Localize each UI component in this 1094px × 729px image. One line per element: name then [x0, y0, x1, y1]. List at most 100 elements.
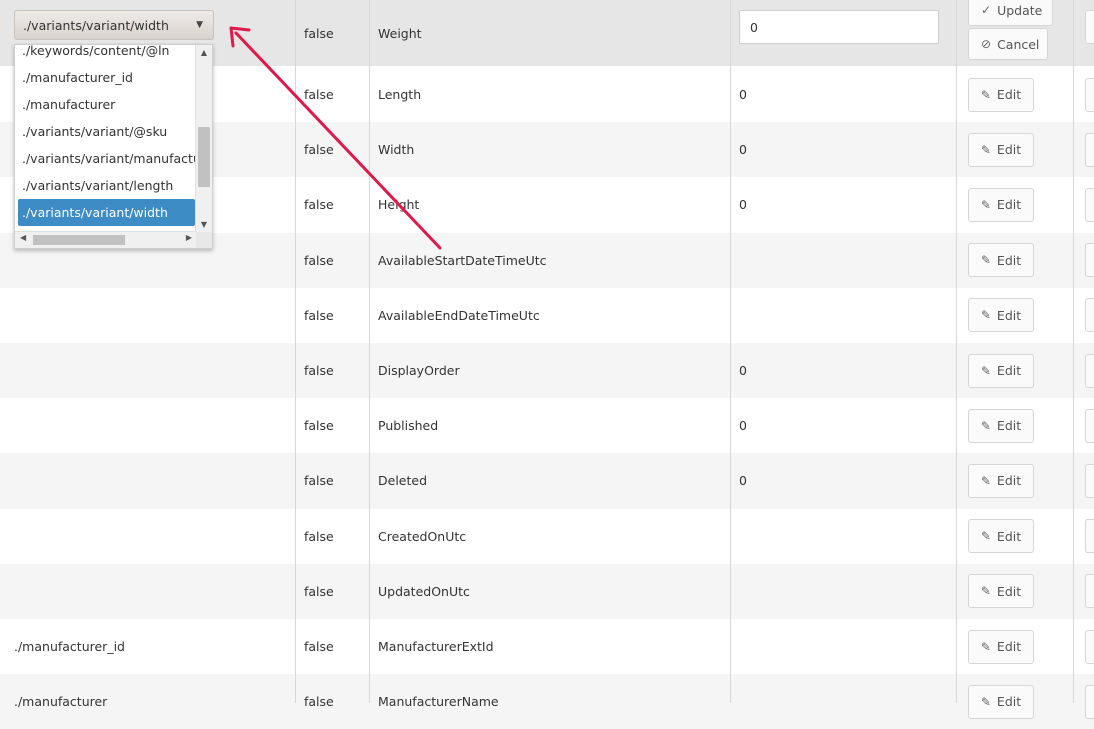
- pencil-icon: ✎: [980, 308, 991, 323]
- source-cell: ./manufacturer: [14, 694, 108, 710]
- scroll-left-icon[interactable]: ◀: [20, 233, 26, 242]
- field-name-cell: Height: [378, 197, 420, 213]
- field-name-cell: ManufacturerName: [378, 694, 499, 710]
- edit-button[interactable]: ✎ Edit: [968, 132, 1034, 167]
- field-name-cell: ManufacturerExtId: [378, 639, 494, 655]
- dropdown-option[interactable]: ./variants/variant/length: [15, 172, 197, 199]
- edit-label: Edit: [996, 307, 1022, 323]
- source-select[interactable]: ./variants/variant/width ▼: [14, 10, 214, 40]
- table-row: false AvailableEndDateTimeUtc ✎ Edit: [0, 288, 1094, 343]
- delete-button-partial[interactable]: [1085, 629, 1094, 664]
- default-value-cell: 0: [739, 418, 747, 434]
- source-cell: ./manufacturer_id: [14, 639, 125, 655]
- delete-button-partial[interactable]: [1085, 298, 1094, 333]
- edit-button[interactable]: ✎ Edit: [968, 574, 1034, 609]
- field-name-cell: AvailableStartDateTimeUtc: [378, 252, 547, 268]
- cancel-label: Cancel: [997, 36, 1040, 52]
- edit-button[interactable]: ✎ Edit: [968, 463, 1034, 498]
- vertical-scrollbar[interactable]: ▲ ▼: [195, 45, 212, 232]
- edit-label: Edit: [996, 87, 1022, 103]
- edit-label: Edit: [996, 252, 1022, 268]
- source-dropdown-list[interactable]: ./keywords/content/@ln ./manufacturer_id.…: [14, 44, 213, 249]
- default-value-cell: [739, 564, 939, 619]
- edit-button[interactable]: ✎ Edit: [968, 353, 1034, 388]
- dropdown-option[interactable]: ./variants/variant/@sku: [15, 118, 197, 145]
- dropdown-options: ./keywords/content/@ln ./manufacturer_id.…: [15, 45, 197, 226]
- pencil-icon: ✎: [980, 197, 991, 212]
- required-cell: false: [304, 639, 334, 655]
- required-cell: false: [304, 473, 334, 489]
- delete-button-partial[interactable]: [1085, 574, 1094, 609]
- pencil-icon: ✎: [980, 87, 991, 102]
- source-cell: [14, 509, 284, 564]
- scroll-up-icon[interactable]: ▲: [196, 48, 212, 57]
- default-value-cell: 0: [739, 87, 747, 103]
- caret-down-icon: ▼: [196, 20, 203, 30]
- scrollbar-thumb[interactable]: [198, 127, 210, 187]
- edit-button[interactable]: ✎ Edit: [968, 243, 1034, 278]
- horizontal-scrollbar[interactable]: ◀ ▶: [15, 231, 197, 248]
- required-cell: false: [304, 307, 334, 323]
- delete-button-partial[interactable]: [1085, 77, 1094, 112]
- default-value-cell: [739, 233, 939, 288]
- update-button[interactable]: ✓ Update: [968, 0, 1053, 26]
- edit-button[interactable]: ✎ Edit: [968, 77, 1034, 112]
- edit-button[interactable]: ✎ Edit: [968, 629, 1034, 664]
- default-value-cell: 0: [739, 142, 747, 158]
- cancel-button[interactable]: ⊘ Cancel: [968, 28, 1048, 60]
- required-cell: false: [304, 197, 334, 213]
- required-cell: false: [304, 583, 334, 599]
- field-name-cell: CreatedOnUtc: [378, 528, 467, 544]
- table-row: false Published 0 ✎ Edit: [0, 398, 1094, 453]
- pencil-icon: ✎: [980, 253, 991, 268]
- column-divider: [295, 0, 296, 703]
- delete-button-partial[interactable]: [1085, 408, 1094, 443]
- dropdown-option[interactable]: ./keywords/content/@ln: [15, 45, 197, 64]
- column-divider: [730, 0, 731, 703]
- delete-button-partial[interactable]: [1085, 10, 1094, 44]
- scroll-down-icon[interactable]: ▼: [196, 220, 212, 229]
- delete-button-partial[interactable]: [1085, 353, 1094, 388]
- dropdown-option[interactable]: ./variants/variant/width: [18, 199, 195, 226]
- required-cell: false: [304, 142, 334, 158]
- field-name-cell: UpdatedOnUtc: [378, 583, 470, 599]
- update-label: Update: [997, 2, 1043, 18]
- delete-button-partial[interactable]: [1085, 519, 1094, 554]
- edit-label: Edit: [996, 363, 1022, 379]
- field-name-cell: AvailableEndDateTimeUtc: [378, 307, 540, 323]
- pencil-icon: ✎: [980, 363, 991, 378]
- column-divider: [956, 0, 957, 703]
- required-cell: false: [304, 25, 334, 41]
- dropdown-option[interactable]: ./manufacturer_id: [15, 64, 197, 91]
- default-value-input[interactable]: [739, 10, 939, 44]
- edit-button[interactable]: ✎ Edit: [968, 684, 1034, 719]
- edit-label: Edit: [996, 694, 1022, 710]
- required-cell: false: [304, 418, 334, 434]
- delete-button-partial[interactable]: [1085, 132, 1094, 167]
- edit-button[interactable]: ✎ Edit: [968, 408, 1034, 443]
- field-name-cell: Length: [378, 87, 422, 103]
- edit-button[interactable]: ✎ Edit: [968, 187, 1034, 222]
- edit-button[interactable]: ✎ Edit: [968, 298, 1034, 333]
- edit-label: Edit: [996, 528, 1022, 544]
- table-row: false UpdatedOnUtc ✎ Edit: [0, 563, 1094, 619]
- delete-button-partial[interactable]: [1085, 684, 1094, 719]
- edit-label: Edit: [996, 639, 1022, 655]
- field-name-cell: Weight: [378, 25, 422, 41]
- delete-button-partial[interactable]: [1085, 243, 1094, 278]
- edit-button[interactable]: ✎ Edit: [968, 519, 1034, 554]
- delete-button-partial[interactable]: [1085, 187, 1094, 222]
- scrollbar-corner: [196, 232, 212, 248]
- ban-icon: ⊘: [981, 37, 992, 51]
- scroll-right-icon[interactable]: ▶: [186, 233, 192, 242]
- field-name-cell: Width: [378, 142, 415, 158]
- edit-label: Edit: [996, 142, 1022, 158]
- field-name-cell: Deleted: [378, 473, 428, 489]
- pencil-icon: ✎: [980, 639, 991, 654]
- dropdown-option[interactable]: ./manufacturer: [15, 91, 197, 118]
- check-icon: ✓: [981, 3, 992, 17]
- edit-label: Edit: [996, 197, 1022, 213]
- dropdown-option[interactable]: ./variants/variant/manufacturer: [15, 145, 197, 172]
- scrollbar-thumb[interactable]: [33, 235, 125, 245]
- delete-button-partial[interactable]: [1085, 463, 1094, 498]
